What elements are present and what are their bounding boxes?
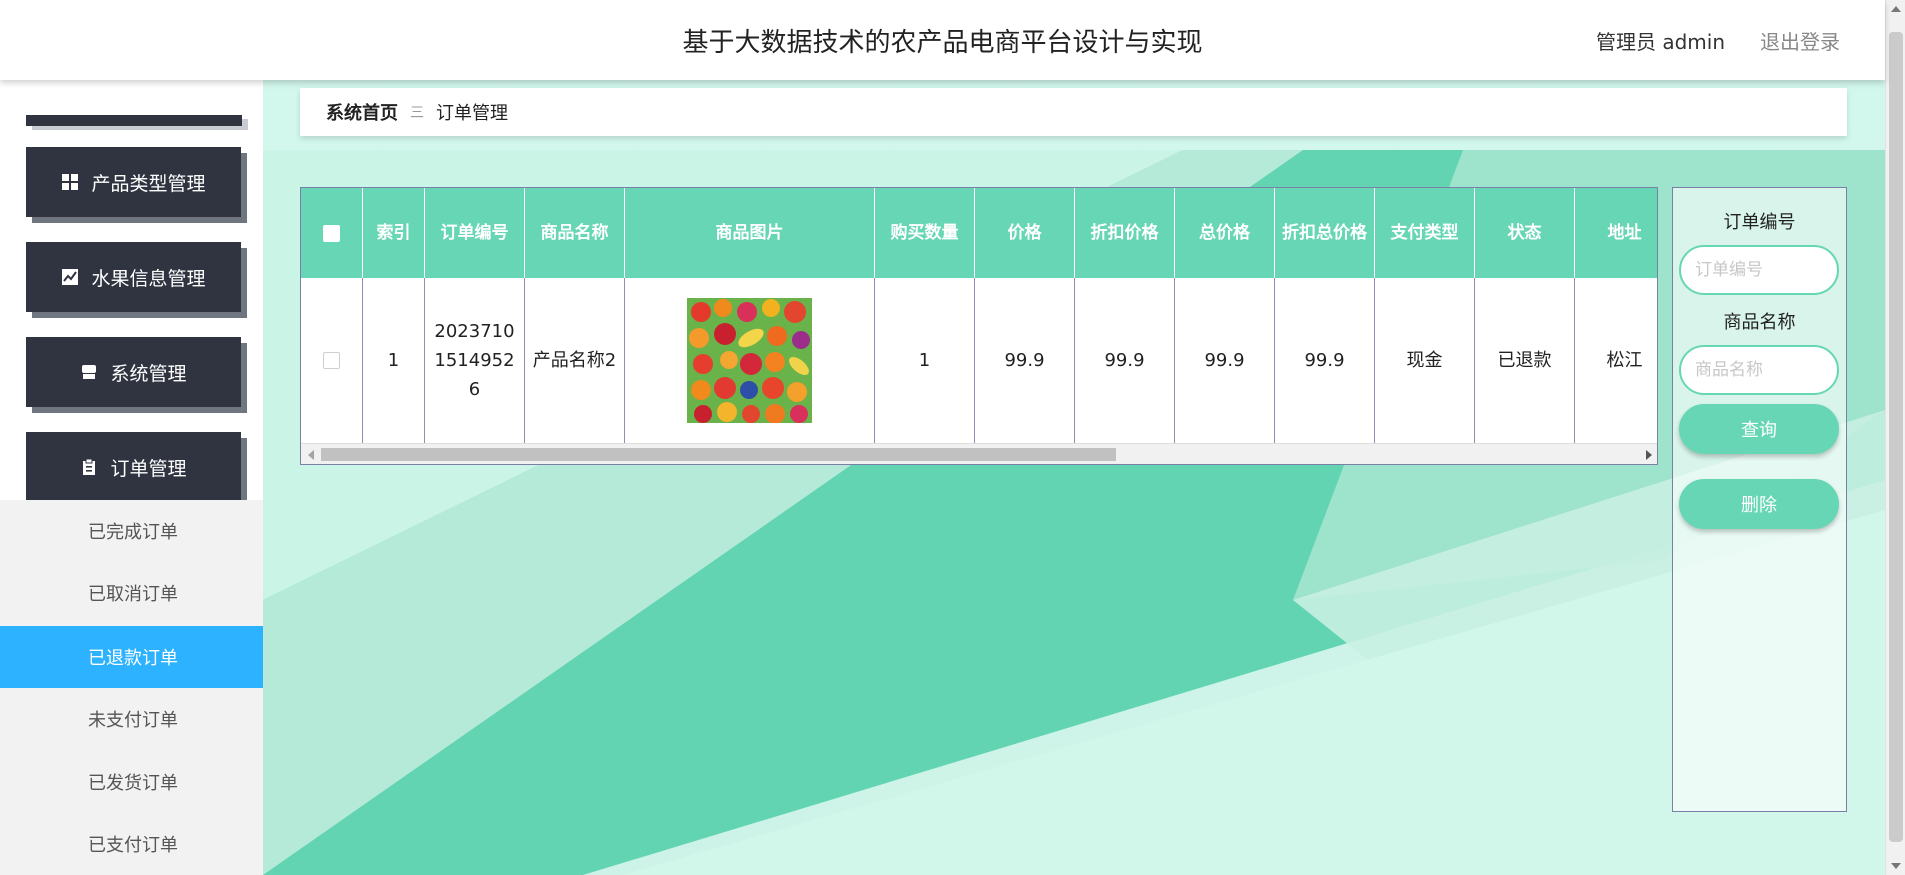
sidebar-item-label: 产品类型管理: [91, 172, 206, 195]
breadcrumb-home-link[interactable]: 系统首页: [326, 99, 398, 125]
fruit-assortment-image[interactable]: [687, 298, 812, 423]
sidebar-item-label: 水果信息管理: [91, 267, 206, 290]
table-horizontal-scrollbar[interactable]: [301, 443, 1657, 464]
column-header: 购买数量: [875, 188, 975, 278]
clipboard-icon: [80, 458, 98, 476]
column-header: 索引: [363, 188, 425, 278]
grid-icon: [61, 173, 79, 191]
cell-index: 1: [363, 278, 425, 443]
product-name-input[interactable]: [1679, 345, 1839, 395]
page-scrollbar[interactable]: [1885, 0, 1905, 875]
order-no-input[interactable]: [1679, 245, 1839, 295]
column-header: 地址: [1575, 188, 1657, 278]
chart-icon: [61, 268, 79, 286]
cell-discount-total: 99.9: [1275, 278, 1375, 443]
column-header: 总价格: [1175, 188, 1275, 278]
column-header: 订单编号: [425, 188, 525, 278]
table-header-row: 索引 订单编号 商品名称 商品图片 购买数量 价格 折扣价格 总价格 折扣总价格…: [301, 188, 1657, 278]
cell-product-image: [625, 278, 875, 443]
table-scrollbar-thumb[interactable]: [321, 448, 1116, 461]
submenu-item-paid[interactable]: 已支付订单: [0, 813, 263, 875]
scroll-up-arrow-icon[interactable]: [1891, 6, 1901, 12]
cell-price: 99.9: [975, 278, 1075, 443]
breadcrumb-separator-icon: 三: [410, 105, 424, 121]
column-header: 状态: [1475, 188, 1575, 278]
product-name-label: 商品名称: [1723, 312, 1796, 333]
select-all-checkbox[interactable]: [323, 224, 340, 242]
submenu-item-refunded[interactable]: 已退款订单: [0, 626, 263, 688]
column-header: 折扣总价格: [1275, 188, 1375, 278]
order-no-label: 订单编号: [1723, 212, 1796, 233]
sidebar-item-orders[interactable]: 订单管理: [26, 432, 241, 502]
column-header: 商品图片: [625, 188, 875, 278]
column-header: 价格: [975, 188, 1075, 278]
cell-total-price: 99.9: [1175, 278, 1275, 443]
submenu-item-shipped[interactable]: 已发货订单: [0, 751, 263, 813]
header-select-all-cell: [301, 188, 363, 278]
cell-address: 松江: [1575, 278, 1657, 443]
table-row[interactable]: 1 20237101514952 6 产品名称2 1 99.9 99.9 99.…: [301, 278, 1657, 443]
sidebar-item-label: 订单管理: [110, 457, 187, 480]
scroll-right-arrow-icon[interactable]: [1646, 450, 1652, 460]
cell-product-name: 产品名称2: [525, 278, 625, 443]
cell-status: 已退款: [1475, 278, 1575, 443]
column-header: 支付类型: [1375, 188, 1475, 278]
column-header: 商品名称: [525, 188, 625, 278]
cell-order-no: 20237101514952 6: [425, 278, 525, 443]
top-header: 基于大数据技术的农产品电商平台设计与实现 管理员 admin 退出登录: [0, 0, 1885, 80]
query-button[interactable]: 查询: [1679, 404, 1839, 454]
orders-submenu: 已完成订单 已取消订单 已退款订单 未支付订单 已发货订单 已支付订单: [0, 500, 263, 875]
submenu-item-unpaid[interactable]: 未支付订单: [0, 688, 263, 750]
breadcrumb-current: 订单管理: [436, 103, 508, 124]
current-user-label: 管理员 admin: [1596, 30, 1726, 54]
delete-button[interactable]: 删除: [1679, 479, 1839, 529]
breadcrumb: 系统首页 三 订单管理: [300, 88, 1847, 136]
orders-table: 索引 订单编号 商品名称 商品图片 购买数量 价格 折扣价格 总价格 折扣总价格…: [300, 187, 1658, 465]
scroll-down-arrow-icon[interactable]: [1891, 863, 1901, 869]
cell-quantity: 1: [875, 278, 975, 443]
row-checkbox[interactable]: [323, 352, 340, 369]
submenu-item-completed[interactable]: 已完成订单: [0, 500, 263, 562]
store-icon: [80, 363, 98, 381]
sidebar: 产品类型管理 水果信息管理 系统管理 订单管理 已完成订单 已取消订单 已退款订…: [0, 100, 263, 875]
sidebar-item-system[interactable]: 系统管理: [26, 337, 241, 407]
cell-discount-price: 99.9: [1075, 278, 1175, 443]
column-header: 折扣价格: [1075, 188, 1175, 278]
submenu-item-cancelled[interactable]: 已取消订单: [0, 562, 263, 624]
sidebar-item-label: 系统管理: [110, 362, 187, 385]
logout-link[interactable]: 退出登录: [1760, 26, 1840, 55]
page-scrollbar-thumb[interactable]: [1889, 32, 1903, 842]
sidebar-item-fruit-info[interactable]: 水果信息管理: [26, 242, 241, 312]
cell-pay-type: 现金: [1375, 278, 1475, 443]
sidebar-item-product-types[interactable]: 产品类型管理: [26, 147, 241, 217]
scroll-left-arrow-icon[interactable]: [308, 450, 314, 460]
search-panel: 订单编号 商品名称 查询 删除: [1672, 187, 1847, 812]
sidebar-stub-item[interactable]: [26, 115, 242, 126]
row-select-cell: [301, 278, 363, 443]
